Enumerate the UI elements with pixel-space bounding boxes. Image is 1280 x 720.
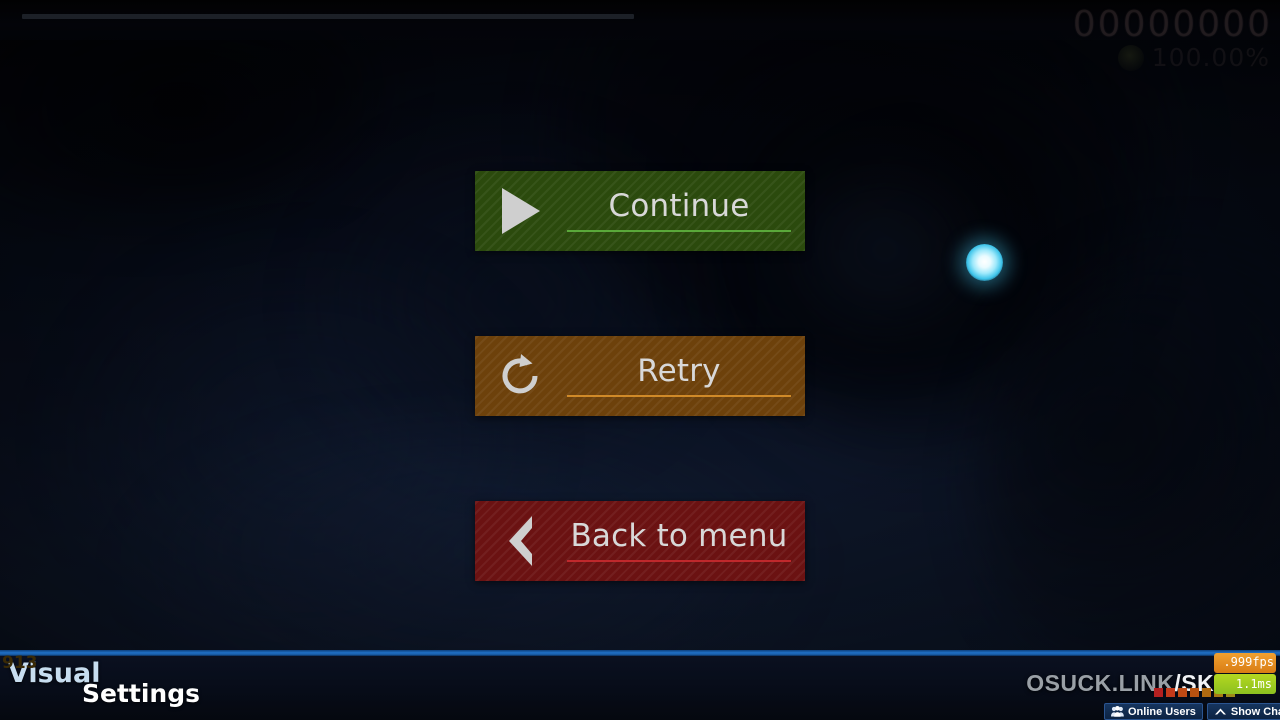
watermark-dot bbox=[1154, 688, 1163, 697]
caret-up-icon bbox=[1214, 708, 1226, 715]
watermark-primary: OSUCK.LINK bbox=[1026, 670, 1175, 696]
retry-underline bbox=[567, 394, 791, 397]
fps-counter-value: 913 bbox=[2, 653, 38, 673]
watermark-dot bbox=[1178, 688, 1187, 697]
continue-button[interactable]: Continue bbox=[475, 171, 805, 251]
watermark-dot bbox=[1190, 688, 1199, 697]
back-to-menu-underline bbox=[567, 559, 791, 562]
play-triangle-icon bbox=[475, 188, 567, 234]
pause-menu: Continue Retry Back to menu bbox=[0, 0, 1280, 720]
chat-strip: Online Users Show Chat bbox=[1104, 703, 1280, 720]
frametime-badge: 1.1ms bbox=[1214, 674, 1276, 694]
visual-settings-line2: Settings bbox=[82, 679, 201, 708]
online-users-label: Online Users bbox=[1128, 705, 1196, 718]
back-to-menu-button[interactable]: Back to menu bbox=[475, 501, 805, 581]
refresh-circular-arrow-icon bbox=[475, 349, 567, 403]
frametime-text: 1.1ms bbox=[1235, 677, 1272, 691]
online-users-button[interactable]: Online Users bbox=[1104, 703, 1203, 720]
back-to-menu-label-wrap: Back to menu bbox=[567, 520, 805, 562]
show-chat-button[interactable]: Show Chat bbox=[1206, 703, 1280, 720]
chevron-left-icon bbox=[475, 514, 567, 568]
continue-label-wrap: Continue bbox=[567, 190, 805, 232]
back-to-menu-label: Back to menu bbox=[570, 518, 788, 555]
continue-label: Continue bbox=[608, 188, 750, 225]
watermark-dot bbox=[1202, 688, 1211, 697]
retry-button[interactable]: Retry bbox=[475, 336, 805, 416]
continue-underline bbox=[567, 229, 791, 232]
retry-label-wrap: Retry bbox=[567, 355, 805, 397]
watermark-dot bbox=[1166, 688, 1175, 697]
game-cursor bbox=[966, 244, 1003, 281]
show-chat-label: Show Chat bbox=[1230, 705, 1280, 718]
people-group-icon bbox=[1111, 706, 1124, 717]
retry-label: Retry bbox=[637, 353, 721, 390]
game-screen: 00000000 100.00% Continue Retry Back to … bbox=[0, 0, 1280, 720]
